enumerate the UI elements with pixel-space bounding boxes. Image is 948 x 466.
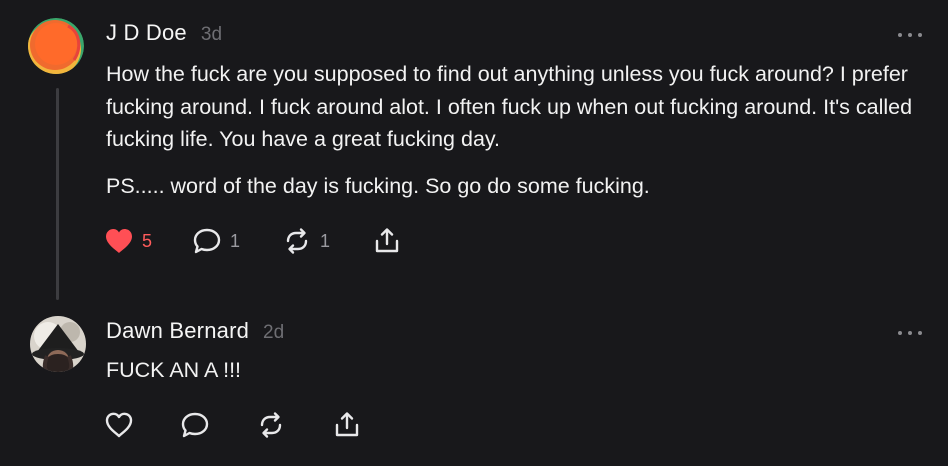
post-paragraph: How the fuck are you supposed to find ou… (106, 62, 913, 151)
thread-line (56, 88, 59, 300)
heart-icon (106, 229, 132, 253)
post-paragraph: PS..... word of the day is fucking. So g… (106, 173, 650, 198)
reply-button[interactable] (180, 410, 256, 440)
share-icon (375, 228, 399, 253)
share-button[interactable] (332, 410, 362, 440)
reply-count: 1 (230, 230, 241, 251)
repost-count: 1 (320, 230, 331, 251)
more-dots-icon[interactable] (898, 28, 922, 42)
more-dots-icon[interactable] (898, 326, 922, 340)
speech-bubble-icon (181, 412, 209, 438)
post-paragraph: FUCK AN A !!! (106, 358, 242, 382)
post-body: How the fuck are you supposed to find ou… (106, 58, 930, 202)
post-body: FUCK AN A !!! (106, 354, 930, 387)
repost-button[interactable] (256, 410, 332, 440)
post-actions (104, 410, 362, 440)
post-actions: 5 1 1 (104, 226, 402, 256)
author-name[interactable]: J D Doe (106, 20, 187, 46)
share-icon (335, 412, 359, 437)
like-button[interactable]: 5 (104, 226, 192, 256)
author-name[interactable]: Dawn Bernard (106, 318, 249, 344)
thread-page: J D Doe 3d How the fuck are you supposed… (0, 0, 948, 466)
avatar[interactable] (30, 316, 86, 372)
repost-icon (260, 412, 282, 438)
repost-icon (286, 228, 308, 254)
post-header: Dawn Bernard 2d (106, 318, 284, 344)
like-count: 5 (142, 230, 153, 251)
avatar[interactable] (28, 18, 84, 74)
post-time: 3d (200, 24, 223, 45)
post: Dawn Bernard 2d FUCK AN A !!! (0, 300, 948, 466)
share-button[interactable] (372, 226, 402, 256)
repost-button[interactable]: 1 (282, 226, 372, 256)
post: J D Doe 3d How the fuck are you supposed… (0, 0, 948, 300)
reply-button[interactable]: 1 (192, 226, 282, 256)
heart-icon (105, 412, 133, 438)
post-header: J D Doe 3d (106, 20, 222, 46)
speech-bubble-icon (193, 228, 221, 254)
post-time: 2d (263, 322, 285, 343)
like-button[interactable] (104, 410, 180, 440)
